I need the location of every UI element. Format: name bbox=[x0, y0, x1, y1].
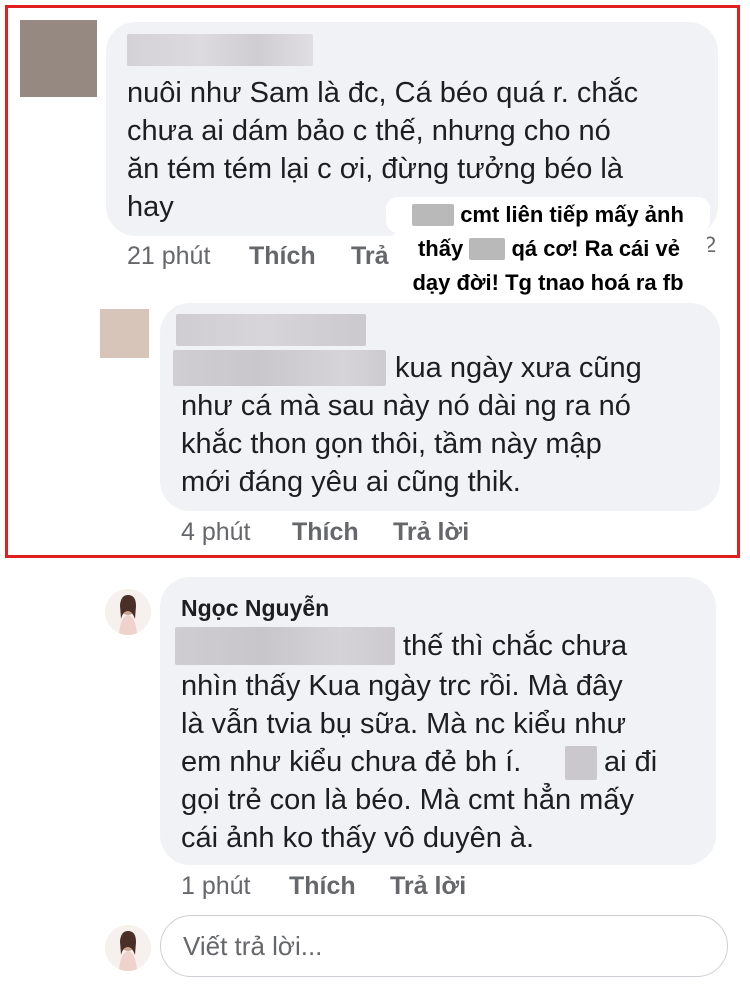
author-name-redacted[interactable] bbox=[127, 34, 313, 66]
comment-text-line: gọi trẻ con là béo. Mà cmt hẳn mấy bbox=[181, 784, 634, 816]
annotation-caption: thấy qá cơ! Ra cái vẻ bbox=[390, 231, 708, 267]
annotation-caption: cmt liên tiếp mấy ảnh bbox=[386, 197, 710, 233]
comment-timestamp: 1 phút bbox=[181, 872, 251, 900]
comment-text-line: chưa ai dám bảo c thế, nhưng cho nó bbox=[127, 115, 611, 147]
comment-text-line: cái ảnh ko thấy vô duyên à. bbox=[181, 822, 535, 854]
avatar[interactable] bbox=[105, 589, 151, 635]
avatar-photo-icon bbox=[105, 589, 151, 635]
comment-text-line: như cá mà sau này nó dài ng ra nó bbox=[181, 390, 631, 422]
annotation-text: dạy đời! Tg tnao hoá ra fb bbox=[412, 270, 684, 295]
redaction-block bbox=[412, 204, 455, 226]
like-button[interactable]: Thích bbox=[289, 872, 356, 901]
comment-text-line: em như kiểu chưa đẻ bh í. bbox=[181, 746, 522, 778]
tagged-name-redacted[interactable] bbox=[173, 350, 386, 386]
reply-button[interactable]: Trả bbox=[351, 242, 389, 271]
like-button[interactable]: Thích bbox=[249, 242, 316, 271]
redaction-block bbox=[565, 746, 597, 780]
author-name-redacted[interactable] bbox=[176, 314, 366, 346]
comment-text-line: là vẫn tvia bụ sữa. Mà nc kiểu như bbox=[181, 708, 627, 740]
comment-timestamp: 21 phút bbox=[127, 242, 211, 270]
like-button[interactable]: Thích bbox=[292, 518, 359, 547]
comment-text-line: kua ngày xưa cũng bbox=[395, 352, 642, 384]
reply-button[interactable]: Trả lời bbox=[393, 518, 469, 547]
comment-text-line: ăn tém tém lại c ơi, đừng tưởng béo là bbox=[127, 153, 623, 185]
comment-text-line: khắc thon gọn thôi, tầm này mập bbox=[181, 428, 602, 460]
redaction-block bbox=[469, 238, 506, 260]
comment-text-line: nuôi như Sam là đc, Cá béo quá r. chắc bbox=[127, 77, 639, 109]
avatar-redacted[interactable] bbox=[100, 309, 149, 358]
comment-text-line: mới đáng yêu ai cũng thik. bbox=[181, 466, 521, 498]
reply-button[interactable]: Trả lời bbox=[390, 872, 466, 901]
comment-timestamp: 4 phút bbox=[181, 518, 251, 546]
annotation-text: cmt liên tiếp mấy ảnh bbox=[460, 202, 684, 227]
comment-text-line: nhìn thấy Kua ngày trc rồi. Mà đây bbox=[181, 670, 623, 702]
avatar[interactable] bbox=[105, 925, 151, 971]
comment-text-line: ai đi bbox=[604, 746, 658, 778]
tagged-name-redacted[interactable] bbox=[175, 627, 395, 665]
avatar-photo-icon bbox=[105, 925, 151, 971]
comment-text-line: thế thì chắc chưa bbox=[403, 630, 628, 662]
avatar-redacted[interactable] bbox=[20, 20, 97, 97]
comment-text-line: hay bbox=[127, 191, 174, 223]
annotation-text: thấy bbox=[417, 236, 464, 261]
author-name[interactable]: Ngọc Nguyễn bbox=[181, 595, 329, 622]
reply-input[interactable] bbox=[160, 915, 728, 977]
annotation-caption: dạy đời! Tg tnao hoá ra fb bbox=[392, 265, 704, 301]
annotation-text: qá cơ! Ra cái vẻ bbox=[511, 236, 680, 261]
